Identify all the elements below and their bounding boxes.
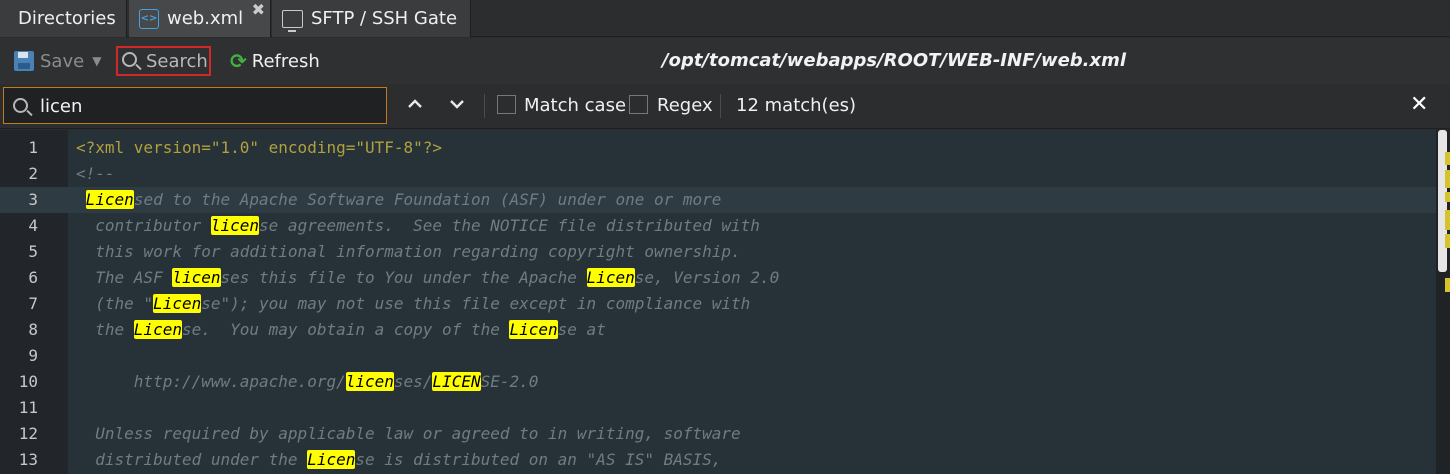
search-match: licen [210, 216, 260, 235]
close-icon[interactable]: ✖ [252, 2, 265, 18]
save-label: Save [40, 50, 85, 72]
code-line[interactable]: 5 this work for additional information r… [0, 239, 1436, 265]
line-number: 13 [18, 450, 38, 469]
save-button[interactable]: Save ▼ [14, 46, 101, 76]
code-line[interactable]: 9 [0, 343, 1436, 369]
chevron-down-icon [450, 100, 464, 109]
search-match: Licen [85, 190, 134, 209]
code-line[interactable]: 4 contributor license agreements. See th… [0, 213, 1436, 239]
code-line[interactable]: 12 Unless required by applicable law or … [0, 421, 1436, 447]
search-match: licen [345, 372, 394, 391]
next-match-button[interactable] [445, 92, 469, 116]
line-number: 8 [28, 320, 38, 339]
code-lines: 1 <?xml version="1.0" encoding="UTF-8"?> 2… [0, 135, 1436, 473]
regex-label: Regex [657, 95, 713, 116]
tab-label: Directories [18, 8, 116, 29]
match-case-checkbox[interactable] [497, 95, 516, 114]
line-text: Licensed to the Apache Software Foundati… [85, 190, 722, 209]
divider [484, 94, 485, 118]
code-line[interactable]: 2 <!-- [0, 161, 1436, 187]
line-number: 6 [28, 268, 38, 287]
code-line[interactable]: 3 Licensed to the Apache Software Founda… [0, 187, 1436, 213]
match-case-label: Match case [524, 95, 627, 116]
search-input[interactable] [40, 93, 380, 119]
match-marker [1445, 278, 1450, 292]
vertical-scrollbar[interactable] [1436, 130, 1450, 474]
line-number: 2 [28, 164, 38, 183]
line-text: <?xml version="1.0" encoding="UTF-8"?> [76, 138, 443, 157]
xml-file-icon: <> [139, 8, 159, 29]
line-number: 9 [28, 346, 38, 365]
tab-bar: Directories <> web.xml ✖ SFTP / SSH Gate [0, 0, 1450, 37]
line-text: The ASF licenses this file to You under … [76, 268, 780, 287]
file-path: /opt/tomcat/webapps/ROOT/WEB-INF/web.xml [662, 50, 1127, 71]
previous-match-button[interactable] [403, 92, 427, 116]
caret-down-icon[interactable]: ▼ [92, 54, 101, 68]
search-button[interactable]: Search [116, 46, 211, 76]
line-number: 10 [18, 372, 38, 391]
close-search-icon[interactable]: ✕ [1410, 92, 1428, 117]
line-text: Unless required by applicable law or agr… [76, 424, 741, 443]
line-text: <!-- [76, 164, 115, 183]
line-text: the License. You may obtain a copy of th… [76, 320, 606, 339]
search-match: Licen [153, 294, 202, 313]
line-text: contributor license agreements. See the … [76, 216, 760, 235]
search-box [3, 87, 387, 124]
line-number: 12 [18, 424, 38, 443]
code-line[interactable]: 11 [0, 395, 1436, 421]
tab-directories[interactable]: Directories [0, 0, 127, 37]
code-line[interactable]: 6 The ASF licenses this file to You unde… [0, 265, 1436, 291]
search-icon [122, 52, 137, 67]
line-number: 7 [28, 294, 38, 313]
divider [720, 94, 721, 118]
regex-checkbox[interactable] [629, 95, 648, 114]
match-count: 12 match(es) [736, 95, 857, 116]
line-number: 3 [28, 190, 38, 209]
search-match: licen [172, 268, 221, 287]
line-number: 5 [28, 242, 38, 261]
code-line[interactable]: 10 http://www.apache.org/licenses/LICENS… [0, 369, 1436, 395]
search-match: Licen [509, 320, 558, 339]
line-number: 4 [28, 216, 38, 235]
terminal-icon [282, 9, 303, 32]
refresh-label: Refresh [251, 50, 320, 72]
code-line[interactable]: 1 <?xml version="1.0" encoding="UTF-8"?> [0, 135, 1436, 161]
match-marker [1445, 210, 1450, 230]
search-icon [13, 98, 28, 113]
code-line[interactable]: 7 (the "License"); you may not use this … [0, 291, 1436, 317]
tab-label: web.xml [167, 8, 244, 29]
search-label: Search [146, 50, 208, 72]
floppy-disk-icon [14, 51, 34, 71]
search-match: LICEN [432, 372, 481, 391]
chevron-up-icon [408, 99, 422, 108]
line-text: (the "License"); you may not use this fi… [76, 294, 751, 313]
line-number: 1 [28, 138, 38, 157]
search-match: Licen [307, 450, 356, 469]
code-line[interactable]: 13 distributed under the License is dist… [0, 447, 1436, 473]
line-text: http://www.apache.org/licenses/LICENSE-2… [76, 372, 539, 391]
match-marker [1445, 170, 1450, 188]
refresh-button[interactable]: ⟳ Refresh [230, 46, 320, 76]
search-bar: Match case Regex 12 match(es) ✕ [0, 84, 1450, 129]
line-text: distributed under the License is distrib… [76, 450, 722, 469]
search-match: Licen [133, 320, 182, 339]
tab-label: SFTP / SSH Gate [311, 8, 458, 29]
tab-sftp-ssh-gate[interactable]: SFTP / SSH Gate [272, 0, 471, 37]
search-match: Licen [586, 268, 635, 287]
toolbar: Save ▼ Search ⟳ Refresh /opt/tomcat/weba… [0, 38, 1450, 84]
code-line[interactable]: 8 the License. You may obtain a copy of … [0, 317, 1436, 343]
match-marker [1445, 192, 1450, 202]
line-text: this work for additional information reg… [76, 242, 741, 261]
match-marker [1445, 234, 1450, 248]
code-editor[interactable]: 1 <?xml version="1.0" encoding="UTF-8"?> 2… [0, 130, 1450, 474]
match-marker [1445, 152, 1450, 165]
tab-web-xml[interactable]: <> web.xml ✖ [129, 0, 271, 37]
refresh-icon: ⟳ [230, 49, 247, 73]
line-number: 11 [18, 398, 38, 417]
